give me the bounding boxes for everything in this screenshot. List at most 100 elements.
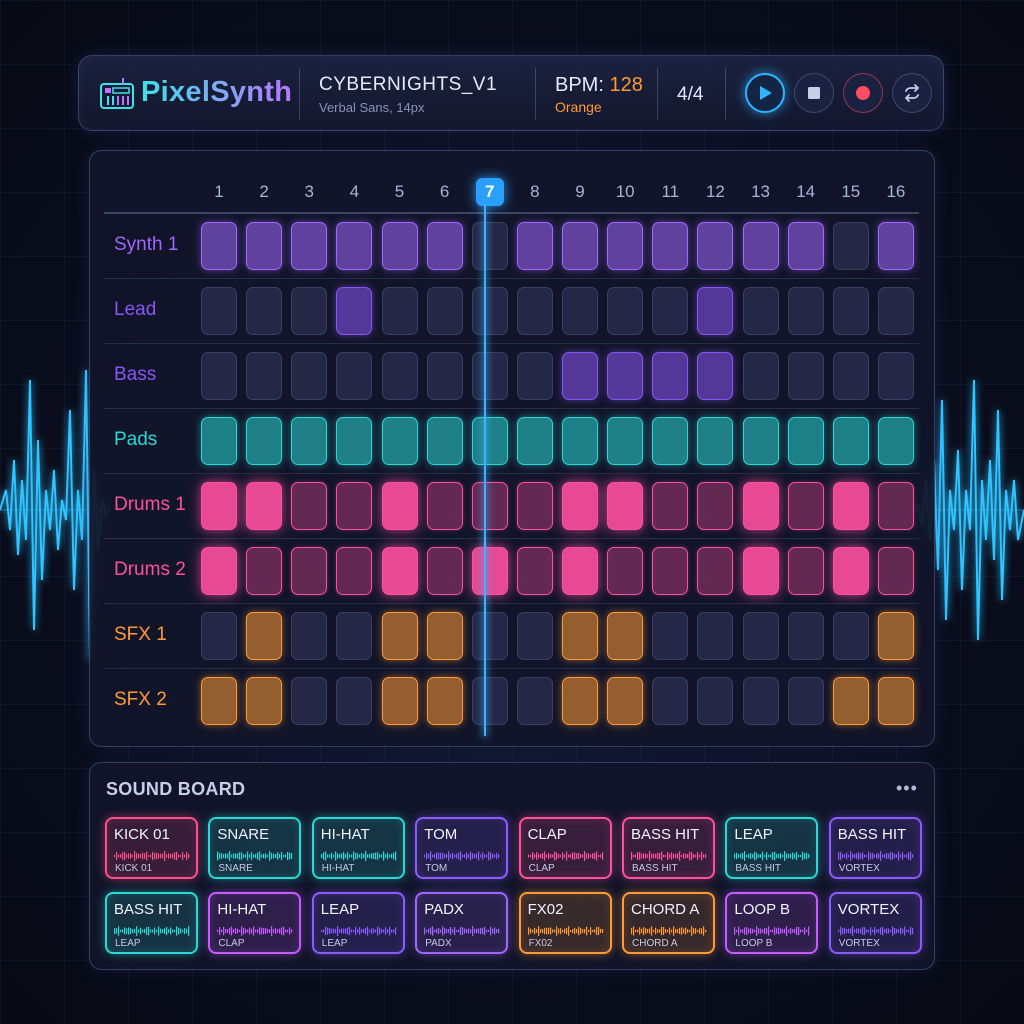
sequencer-step[interactable] [607,482,644,530]
step-number[interactable]: 8 [515,182,555,202]
sequencer-step[interactable] [471,352,508,400]
step-number[interactable]: 5 [380,182,420,202]
sequencer-step[interactable] [832,482,869,530]
sequencer-step[interactable] [426,417,463,465]
sequencer-step[interactable] [291,287,328,335]
step-number-current[interactable]: 7 [475,178,504,206]
sequencer-step[interactable] [652,287,689,335]
sequencer-step[interactable] [832,612,869,660]
sequencer-step[interactable] [562,352,599,400]
track-label[interactable]: Pads [114,429,157,451]
sequencer-step[interactable] [562,677,599,725]
stop-button[interactable] [794,73,834,113]
sequencer-step[interactable] [246,222,283,270]
sequencer-step[interactable] [336,612,373,660]
sequencer-step[interactable] [291,417,328,465]
sound-pad[interactable]: CLAP CLAP [518,817,612,879]
sequencer-step[interactable] [607,677,644,725]
sequencer-step[interactable] [652,352,689,400]
sequencer-step[interactable] [471,547,508,595]
sequencer-step[interactable] [652,417,689,465]
sequencer-step[interactable] [336,417,373,465]
sound-pad[interactable]: LEAP LEAP [311,892,405,954]
sequencer-step[interactable] [652,482,689,530]
more-options-button[interactable]: ••• [896,778,918,799]
sequencer-step[interactable] [697,482,734,530]
sequencer-step[interactable] [201,612,237,660]
sequencer-step[interactable] [697,677,734,725]
sequencer-step[interactable] [832,677,869,725]
sequencer-step[interactable] [742,417,779,465]
sequencer-step[interactable] [877,547,914,595]
sequencer-step[interactable] [336,547,373,595]
sequencer-step[interactable] [516,547,553,595]
sequencer-step[interactable] [246,287,283,335]
sequencer-step[interactable] [336,287,373,335]
sequencer-step[interactable] [697,352,734,400]
sequencer-step[interactable] [562,482,599,530]
sequencer-step[interactable] [832,222,869,270]
track-label[interactable]: Synth 1 [114,234,178,256]
sequencer-step[interactable] [516,287,553,335]
track-label[interactable]: SFX 2 [114,689,167,711]
sound-pad[interactable]: PADX PADX [415,892,509,954]
sequencer-step[interactable] [787,612,824,660]
sequencer-step[interactable] [381,222,418,270]
sequencer-step[interactable] [877,352,914,400]
sequencer-step[interactable] [381,482,418,530]
sound-pad[interactable]: TOM TOM [415,817,509,879]
sequencer-step[interactable] [471,287,508,335]
loop-button[interactable] [892,73,932,113]
sequencer-step[interactable] [742,482,779,530]
step-number[interactable]: 4 [334,182,374,202]
sequencer-step[interactable] [201,547,237,595]
sequencer-step[interactable] [787,417,824,465]
sequencer-step[interactable] [201,352,237,400]
sound-pad[interactable]: LEAP BASS HIT [725,817,819,879]
sequencer-step[interactable] [201,222,237,270]
sequencer-step[interactable] [652,612,689,660]
sound-pad[interactable]: HI-HAT HI-HAT [311,817,405,879]
sequencer-step[interactable] [742,547,779,595]
sequencer-step[interactable] [516,677,553,725]
sequencer-step[interactable] [381,417,418,465]
sequencer-step[interactable] [742,677,779,725]
step-number[interactable]: 10 [605,182,645,202]
sequencer-step[interactable] [697,417,734,465]
project-name[interactable]: CYBERNIGHTS_V1 [319,74,497,96]
sound-pad[interactable]: FX02 FX02 [518,892,612,954]
step-number[interactable]: 16 [876,182,916,202]
sequencer-step[interactable] [471,482,508,530]
sequencer-step[interactable] [426,352,463,400]
sequencer-step[interactable] [201,287,237,335]
track-label[interactable]: Bass [114,364,156,386]
sound-pad[interactable]: SNARE SNARE [208,817,302,879]
sequencer-step[interactable] [787,352,824,400]
sequencer-step[interactable] [697,547,734,595]
sequencer-step[interactable] [697,287,734,335]
sequencer-step[interactable] [336,677,373,725]
track-label[interactable]: Drums 2 [114,559,186,581]
sequencer-step[interactable] [742,287,779,335]
sequencer-step[interactable] [471,222,508,270]
sequencer-step[interactable] [426,612,463,660]
sequencer-step[interactable] [426,677,463,725]
sequencer-step[interactable] [877,482,914,530]
sequencer-step[interactable] [426,547,463,595]
step-number[interactable]: 13 [741,182,781,202]
sequencer-step[interactable] [336,352,373,400]
sequencer-step[interactable] [697,612,734,660]
sequencer-step[interactable] [246,677,283,725]
sequencer-step[interactable] [471,417,508,465]
sequencer-step[interactable] [291,352,328,400]
sequencer-step[interactable] [697,222,734,270]
sound-pad[interactable]: CHORD A CHORD A [622,892,715,954]
sequencer-step[interactable] [562,287,599,335]
sequencer-step[interactable] [291,612,328,660]
sequencer-step[interactable] [516,417,553,465]
sequencer-step[interactable] [201,482,237,530]
sequencer-step[interactable] [562,222,599,270]
sequencer-step[interactable] [787,677,824,725]
sequencer-step[interactable] [246,482,283,530]
sequencer-step[interactable] [787,222,824,270]
